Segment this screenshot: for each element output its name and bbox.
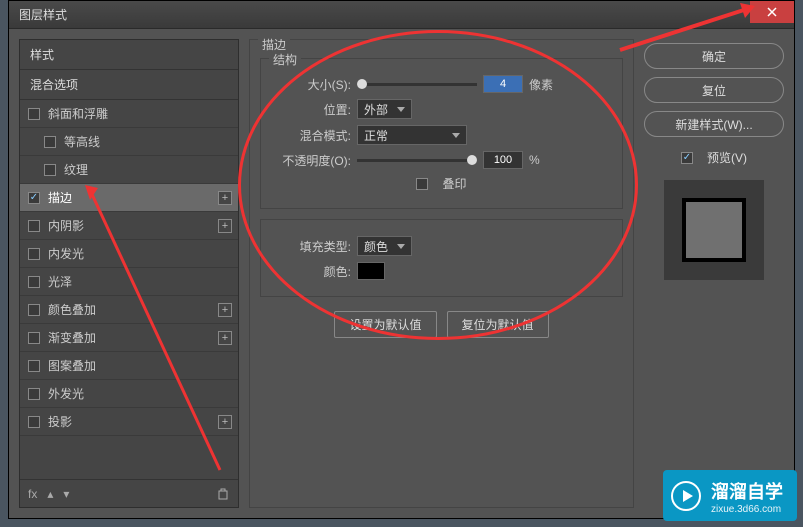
add-effect-button[interactable]: +: [218, 415, 232, 429]
style-item[interactable]: 投影 +: [20, 408, 238, 436]
size-input[interactable]: [483, 75, 523, 93]
preview-swatch: [682, 198, 746, 262]
style-item[interactable]: 颜色叠加 +: [20, 296, 238, 324]
style-checkbox[interactable]: [28, 332, 40, 344]
style-item-label: 等高线: [64, 133, 100, 150]
structure-group: 结构 大小(S): 像素 位置: 外部 混合模式: 正常 不透明度(O):: [260, 58, 623, 209]
style-item[interactable]: 斜面和浮雕: [20, 100, 238, 128]
style-checkbox[interactable]: [28, 248, 40, 260]
layer-style-dialog: 图层样式 样式 混合选项 斜面和浮雕等高线纹理描边 + 内阴影 + 内发光光泽颜色叠加 +…: [8, 0, 795, 519]
add-effect-button[interactable]: +: [218, 219, 232, 233]
watermark-main: 溜溜自学: [711, 482, 783, 502]
style-item-label: 内发光: [48, 245, 84, 262]
preview-box: [664, 180, 764, 280]
color-label: 颜色:: [271, 263, 351, 280]
style-list: 斜面和浮雕等高线纹理描边 + 内阴影 + 内发光光泽颜色叠加 + 渐变叠加 + 图案叠加外发光投…: [20, 100, 238, 479]
style-item[interactable]: 渐变叠加 +: [20, 324, 238, 352]
panel-tools: fx ▴ ▾: [20, 479, 238, 507]
dialog-title: 图层样式: [19, 6, 67, 23]
style-checkbox[interactable]: [44, 136, 56, 148]
opacity-input[interactable]: [483, 151, 523, 169]
style-checkbox[interactable]: [28, 304, 40, 316]
new-style-button[interactable]: 新建样式(W)...: [644, 111, 784, 137]
opacity-slider[interactable]: [357, 159, 477, 162]
reset-default-button[interactable]: 复位为默认值: [447, 311, 549, 338]
style-item[interactable]: 外发光: [20, 380, 238, 408]
style-item[interactable]: 等高线: [20, 128, 238, 156]
style-checkbox[interactable]: [28, 192, 40, 204]
style-item-label: 外发光: [48, 385, 84, 402]
watermark-sub: zixue.3d66.com: [711, 504, 783, 515]
settings-panel: 描边 结构 大小(S): 像素 位置: 外部 混合模式: 正常: [249, 39, 634, 508]
dialog-content: 样式 混合选项 斜面和浮雕等高线纹理描边 + 内阴影 + 内发光光泽颜色叠加 + 渐变叠加 +…: [9, 29, 794, 518]
set-default-button[interactable]: 设置为默认值: [334, 311, 436, 338]
style-item-label: 渐变叠加: [48, 329, 96, 346]
style-item-label: 内阴影: [48, 217, 84, 234]
style-item[interactable]: 描边 +: [20, 184, 238, 212]
ok-button[interactable]: 确定: [644, 43, 784, 69]
style-item[interactable]: 纹理: [20, 156, 238, 184]
style-checkbox[interactable]: [28, 416, 40, 428]
titlebar: 图层样式: [9, 1, 794, 29]
reset-button[interactable]: 复位: [644, 77, 784, 103]
fill-type-dropdown[interactable]: 颜色: [357, 236, 412, 256]
arrow-up-icon[interactable]: ▴: [47, 487, 53, 501]
arrow-down-icon[interactable]: ▾: [63, 487, 69, 501]
size-unit: 像素: [529, 76, 553, 93]
position-label: 位置:: [271, 101, 351, 118]
add-effect-button[interactable]: +: [218, 303, 232, 317]
blend-options-header[interactable]: 混合选项: [20, 70, 238, 100]
style-checkbox[interactable]: [44, 164, 56, 176]
add-effect-button[interactable]: +: [218, 191, 232, 205]
style-item[interactable]: 内阴影 +: [20, 212, 238, 240]
position-dropdown[interactable]: 外部: [357, 99, 412, 119]
fill-group: 填充类型: 颜色 颜色:: [260, 219, 623, 297]
style-item-label: 颜色叠加: [48, 301, 96, 318]
style-item-label: 光泽: [48, 273, 72, 290]
style-item-label: 斜面和浮雕: [48, 105, 108, 122]
styles-header[interactable]: 样式: [20, 40, 238, 70]
watermark: 溜溜自学 zixue.3d66.com: [663, 470, 797, 521]
preview-checkbox[interactable]: [681, 152, 693, 164]
style-item-label: 投影: [48, 413, 72, 430]
style-item-label: 图案叠加: [48, 357, 96, 374]
structure-title: 结构: [269, 51, 301, 68]
style-item-label: 纹理: [64, 161, 88, 178]
style-item[interactable]: 图案叠加: [20, 352, 238, 380]
trash-icon[interactable]: [216, 487, 230, 501]
style-checkbox[interactable]: [28, 360, 40, 372]
blend-mode-dropdown[interactable]: 正常: [357, 125, 467, 145]
opacity-label: 不透明度(O):: [271, 152, 351, 169]
fill-type-label: 填充类型:: [271, 238, 351, 255]
preview-label: 预览(V): [707, 149, 747, 166]
play-icon: [671, 481, 701, 511]
overprint-label: 叠印: [442, 175, 466, 192]
action-panel: 确定 复位 新建样式(W)... 预览(V): [644, 39, 784, 508]
style-item[interactable]: 内发光: [20, 240, 238, 268]
style-checkbox[interactable]: [28, 276, 40, 288]
close-button[interactable]: [750, 1, 794, 23]
close-icon: [767, 7, 777, 17]
color-swatch[interactable]: [357, 262, 385, 280]
fx-menu[interactable]: fx: [28, 487, 37, 501]
size-label: 大小(S):: [271, 76, 351, 93]
style-checkbox[interactable]: [28, 108, 40, 120]
styles-panel: 样式 混合选项 斜面和浮雕等高线纹理描边 + 内阴影 + 内发光光泽颜色叠加 + 渐变叠加 +…: [19, 39, 239, 508]
opacity-unit: %: [529, 153, 540, 167]
size-slider[interactable]: [357, 83, 477, 86]
style-checkbox[interactable]: [28, 388, 40, 400]
blend-mode-label: 混合模式:: [271, 127, 351, 144]
overprint-checkbox[interactable]: [416, 178, 428, 190]
style-item[interactable]: 光泽: [20, 268, 238, 296]
style-checkbox[interactable]: [28, 220, 40, 232]
add-effect-button[interactable]: +: [218, 331, 232, 345]
style-item-label: 描边: [48, 189, 72, 206]
